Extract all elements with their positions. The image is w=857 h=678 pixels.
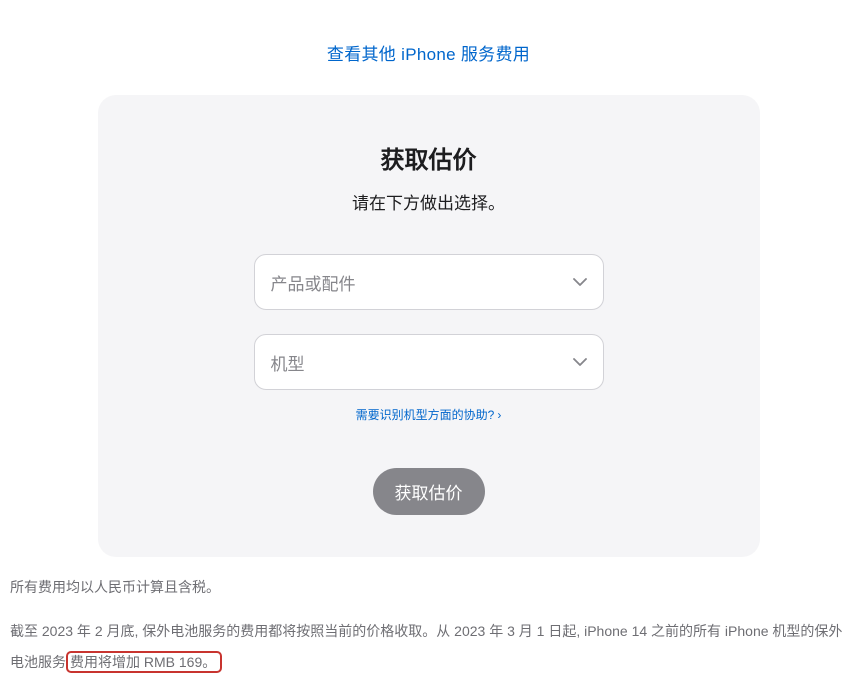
card-title: 获取估价 — [128, 140, 730, 175]
price-increase-highlight: 费用将增加 RMB 169。 — [66, 651, 222, 673]
product-select[interactable]: 产品或配件 — [254, 254, 604, 310]
footer-line-1: 所有费用均以人民币计算且含税。 — [10, 577, 847, 598]
footer-line-2: 截至 2023 年 2 月底, 保外电池服务的费用都将按照当前的价格收取。从 2… — [10, 616, 847, 678]
get-estimate-button[interactable]: 获取估价 — [373, 468, 485, 515]
model-select-placeholder: 机型 — [271, 350, 305, 375]
estimate-card: 获取估价 请在下方做出选择。 产品或配件 机型 需要识别机型方面的协助?› 获取 — [98, 95, 760, 557]
model-select[interactable]: 机型 — [254, 334, 604, 390]
chevron-down-icon — [573, 355, 587, 369]
other-services-link[interactable]: 查看其他 iPhone 服务费用 — [327, 45, 530, 64]
model-select-wrapper: 机型 — [254, 334, 604, 390]
chevron-down-icon — [573, 275, 587, 289]
footer-text: 所有费用均以人民币计算且含税。 截至 2023 年 2 月底, 保外电池服务的费… — [0, 557, 857, 678]
card-subtitle: 请在下方做出选择。 — [128, 189, 730, 214]
help-link-container: 需要识别机型方面的协助?› — [128, 406, 730, 423]
identify-model-help-link[interactable]: 需要识别机型方面的协助?› — [356, 408, 502, 422]
product-select-placeholder: 产品或配件 — [271, 270, 356, 295]
help-link-label: 需要识别机型方面的协助? — [356, 408, 495, 422]
top-link-container: 查看其他 iPhone 服务费用 — [0, 0, 857, 95]
chevron-right-icon: › — [497, 408, 501, 422]
product-select-wrapper: 产品或配件 — [254, 254, 604, 310]
